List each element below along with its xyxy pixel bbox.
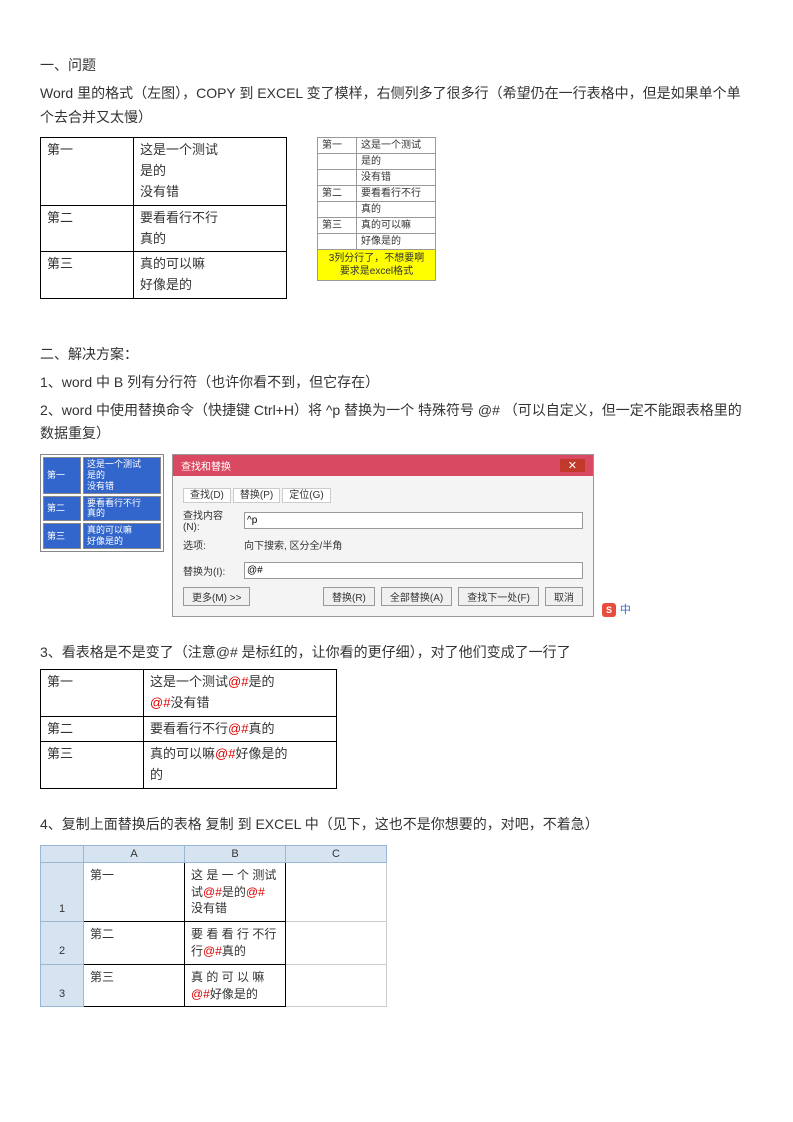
cell[interactable]: 第一 <box>84 862 185 921</box>
cell: 要看看行不行 真的 <box>134 205 287 252</box>
close-icon[interactable]: ✕ <box>560 459 585 472</box>
cell: 第二 <box>41 716 144 742</box>
ime-icon: S <box>602 603 616 617</box>
table-after-replace: 第一这是一个测试@#是的@#没有错 第二要看看行不行@#真的 第三真的可以嘛@#… <box>40 669 337 789</box>
word-selected-table: 第一这是一个测试 是的 没有错 第二要看看行不行 真的 第三真的可以嘛 好像是的 <box>40 454 164 552</box>
dialog-titlebar: 查找和替换 ✕ <box>173 455 593 476</box>
cell: 第二 <box>43 496 81 522</box>
excel-result-table: ABC 1第一这 是 一 个 测试试@#是的@#没有错 2第二要 看 看 行 不… <box>40 845 387 1008</box>
cell: 没有错 <box>357 170 436 186</box>
section2-title: 二、解决方案： <box>40 343 753 367</box>
cancel-button[interactable]: 取消 <box>545 587 583 606</box>
cell: 第三 <box>41 742 144 789</box>
cell: 真的可以嘛 好像是的 <box>134 252 287 299</box>
section1-title: 一、问题 <box>40 54 753 78</box>
cell: 这是一个测试 <box>357 138 436 154</box>
find-next-button[interactable]: 查找下一处(F) <box>458 587 539 606</box>
cell: 第二 <box>41 205 134 252</box>
cell[interactable] <box>286 922 387 965</box>
replace-illustration: 第一这是一个测试 是的 没有错 第二要看看行不行 真的 第三真的可以嘛 好像是的… <box>40 454 753 617</box>
replace-button[interactable]: 替换(R) <box>323 587 375 606</box>
ime-text: 中 <box>620 604 631 616</box>
cell: 要看看行不行 真的 <box>83 496 161 522</box>
cell: 第三 <box>43 523 81 549</box>
tab-find[interactable]: 查找(D) <box>183 488 231 503</box>
cell[interactable]: 第三 <box>84 964 185 1007</box>
cell: 第一 <box>318 138 357 154</box>
find-input[interactable] <box>244 512 583 529</box>
more-button[interactable]: 更多(M) >> <box>183 587 250 606</box>
cell[interactable]: 第二 <box>84 922 185 965</box>
cell[interactable] <box>286 964 387 1007</box>
replace-all-button[interactable]: 全部替换(A) <box>381 587 452 606</box>
cell: 这是一个测试 是的 没有错 <box>83 457 161 493</box>
row-header[interactable]: 1 <box>41 862 84 921</box>
step1-text: 1、word 中 B 列有分行符（也许你看不到，但它存在） <box>40 371 753 395</box>
cell[interactable]: 这 是 一 个 测试试@#是的@#没有错 <box>185 862 286 921</box>
row-header[interactable]: 3 <box>41 964 84 1007</box>
cell: 真的可以嘛 <box>357 218 436 234</box>
tab-replace[interactable]: 替换(P) <box>233 488 280 503</box>
step3-text: 3、看表格是不是变了（注意@# 是标红的，让你看的更仔细），对了他们变成了一行了 <box>40 641 753 665</box>
dialog-tabs: 查找(D)替换(P)定位(G) <box>183 486 583 501</box>
cell[interactable] <box>286 862 387 921</box>
tab-goto[interactable]: 定位(G) <box>282 488 330 503</box>
cell: 要看看行不行@#真的 <box>144 716 337 742</box>
cell: 第三 <box>318 218 357 234</box>
word-table-left: 第一这是一个测试 是的 没有错 第二要看看行不行 真的 第三真的可以嘛 好像是的 <box>40 137 287 299</box>
cell: 第一 <box>41 669 144 716</box>
cell[interactable]: 真 的 可 以 嘛@#好像是的 <box>185 964 286 1007</box>
cell: 是的 <box>357 154 436 170</box>
cell: 真的可以嘛 好像是的 <box>83 523 161 549</box>
opt-value: 向下搜索, 区分全/半角 <box>244 537 342 552</box>
find-replace-dialog: 查找和替换 ✕ 查找(D)替换(P)定位(G) 查找内容(N): 选项: 向下搜索… <box>172 454 594 617</box>
step4-text: 4、复制上面替换后的表格 复制 到 EXCEL 中（见下，这也不是你想要的，对吧… <box>40 813 753 837</box>
excel-table-right: 第一这是一个测试 是的 没有错 第二要看看行不行 真的 第三真的可以嘛 好像是的… <box>317 137 436 281</box>
cell: 这是一个测试@#是的@#没有错 <box>144 669 337 716</box>
step2-text: 2、word 中使用替换命令（快捷键 Ctrl+H）将 ^p 替换为一个 特殊符… <box>40 399 753 447</box>
cell: 第一 <box>41 138 134 205</box>
dialog-title-text: 查找和替换 <box>181 458 231 473</box>
replace-input[interactable] <box>244 562 583 579</box>
section1-desc: Word 里的格式（左图），COPY 到 EXCEL 变了模样，右侧列多了很多行… <box>40 82 753 130</box>
col-header-a[interactable]: A <box>84 845 185 862</box>
cell: 第二 <box>318 186 357 202</box>
cell: 第三 <box>41 252 134 299</box>
corner-cell[interactable] <box>41 845 84 862</box>
find-label: 查找内容(N): <box>183 507 238 533</box>
problem-illustration: 第一这是一个测试 是的 没有错 第二要看看行不行 真的 第三真的可以嘛 好像是的… <box>40 137 753 299</box>
cell: 真的可以嘛@#好像是的的 <box>144 742 337 789</box>
row-header[interactable]: 2 <box>41 922 84 965</box>
cell: 真的 <box>357 202 436 218</box>
note-cell: 3列分行了，不想要啊 要求是excel格式 <box>318 250 436 281</box>
cell[interactable]: 要 看 看 行 不行行@#真的 <box>185 922 286 965</box>
col-header-b[interactable]: B <box>185 845 286 862</box>
cell: 好像是的 <box>357 234 436 250</box>
replace-label: 替换为(I): <box>183 563 238 578</box>
col-header-c[interactable]: C <box>286 845 387 862</box>
cell: 要看看行不行 <box>357 186 436 202</box>
opt-label: 选项: <box>183 537 238 552</box>
cell: 第一 <box>43 457 81 493</box>
cell: 这是一个测试 是的 没有错 <box>134 138 287 205</box>
